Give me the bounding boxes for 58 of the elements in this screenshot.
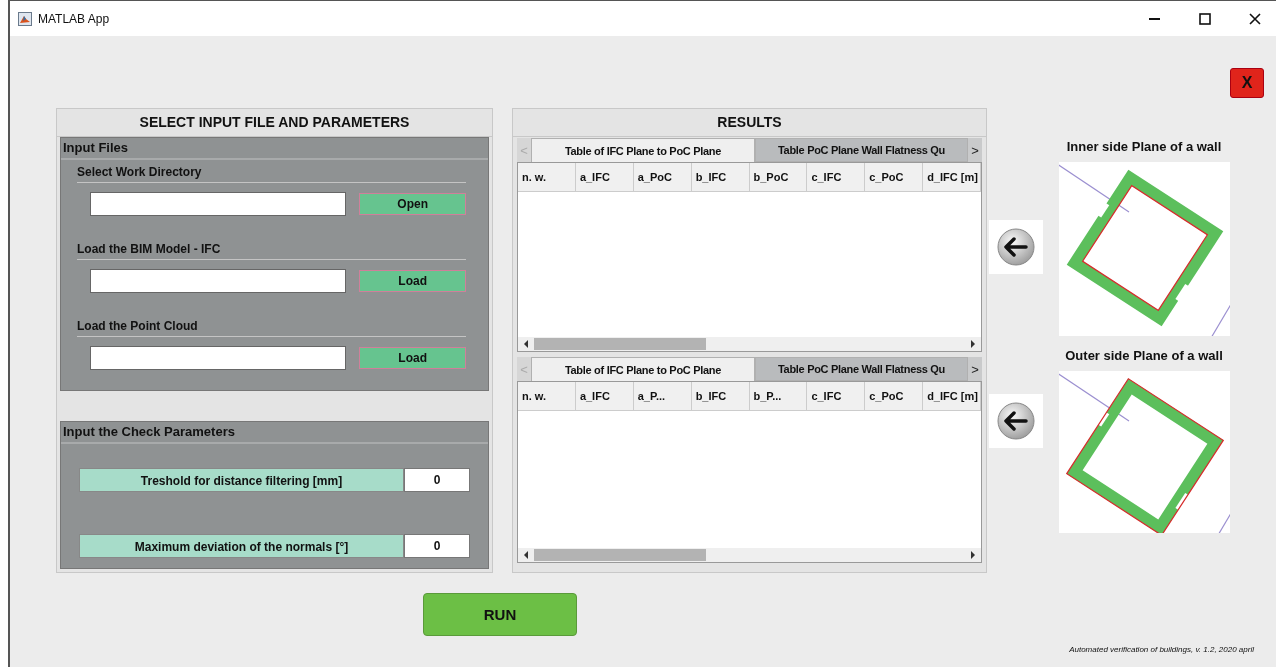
tab-scroll-right[interactable]: > [968,138,982,162]
tab-scroll-right[interactable]: > [968,357,982,381]
file-button[interactable]: Load [359,270,466,292]
group-title: Input Files [61,138,488,160]
left-arrow-button[interactable] [989,220,1043,274]
parameter-field[interactable]: 0 [404,534,470,558]
column-header[interactable]: b_IFC [691,382,750,410]
close-icon [1248,11,1262,26]
path-field[interactable] [90,346,347,370]
section-label: Load the BIM Model - IFC [77,237,466,260]
parameter-field[interactable]: 0 [404,468,470,492]
section-label: Select Work Directory [77,160,466,183]
minimize-icon [1149,17,1160,20]
column-header[interactable]: c_PoC [865,163,924,191]
tab[interactable]: Table of IFC Plane to PoC Plane [531,357,755,381]
column-header[interactable]: b_IFC [691,163,750,191]
scrollbar-thumb[interactable] [534,549,707,561]
window-title: MATLAB App [38,11,110,26]
column-header[interactable]: d_IFC [m] [923,382,981,410]
column-header[interactable]: a_P... [633,382,692,410]
column-header[interactable]: a_IFC [575,163,634,191]
column-header[interactable]: n. w. [518,382,576,410]
panel-title: RESULTS [513,109,986,137]
left-arrow-button[interactable] [989,394,1043,448]
scroll-left-icon [522,550,530,560]
scroll-right-icon [969,550,977,560]
tab[interactable]: Table PoC Plane Wall Flatness Qu [755,138,968,162]
maximize-icon [1198,11,1212,26]
tab[interactable]: Table of IFC Plane to PoC Plane [531,138,755,162]
column-header[interactable]: a_PoC [633,163,692,191]
path-field[interactable] [90,192,347,216]
group-title: Input the Check Parameters [61,422,488,444]
app-icon [18,11,32,26]
column-header[interactable]: b_PoC [749,163,808,191]
file-button[interactable]: Load [359,347,466,369]
view-title: Inner side Plane of a wall [1066,139,1222,154]
column-header[interactable]: c_IFC [807,382,866,410]
run-button[interactable]: RUN [423,593,577,636]
horizontal-scrollbar[interactable] [518,337,981,351]
column-header[interactable]: b_P... [749,382,808,410]
section-label: Load the Point Cloud [77,314,466,337]
parameter-label: Maximum deviation of the normals [°] [79,534,404,558]
parameter-label: Treshold for distance filtering [mm] [79,468,404,492]
horizontal-scrollbar[interactable] [518,548,981,562]
scroll-left-icon [522,339,530,349]
file-button[interactable]: Open [359,193,466,215]
column-header[interactable]: a_IFC [575,382,634,410]
column-header[interactable]: c_PoC [865,382,924,410]
column-header[interactable]: n. w. [518,163,576,191]
close-app-button[interactable]: X [1230,68,1264,98]
view-title: Outer side Plane of a wall [1065,348,1223,363]
path-field[interactable] [90,269,347,293]
scrollbar-thumb[interactable] [534,338,707,350]
column-header[interactable]: c_IFC [807,163,866,191]
scroll-right-icon [969,339,977,349]
column-header[interactable]: d_IFC [m] [923,163,981,191]
tab[interactable]: Table PoC Plane Wall Flatness Qu [755,357,968,381]
version-note: Automated verification of buildings, v. 1.2, 2020 april [1069,645,1254,654]
